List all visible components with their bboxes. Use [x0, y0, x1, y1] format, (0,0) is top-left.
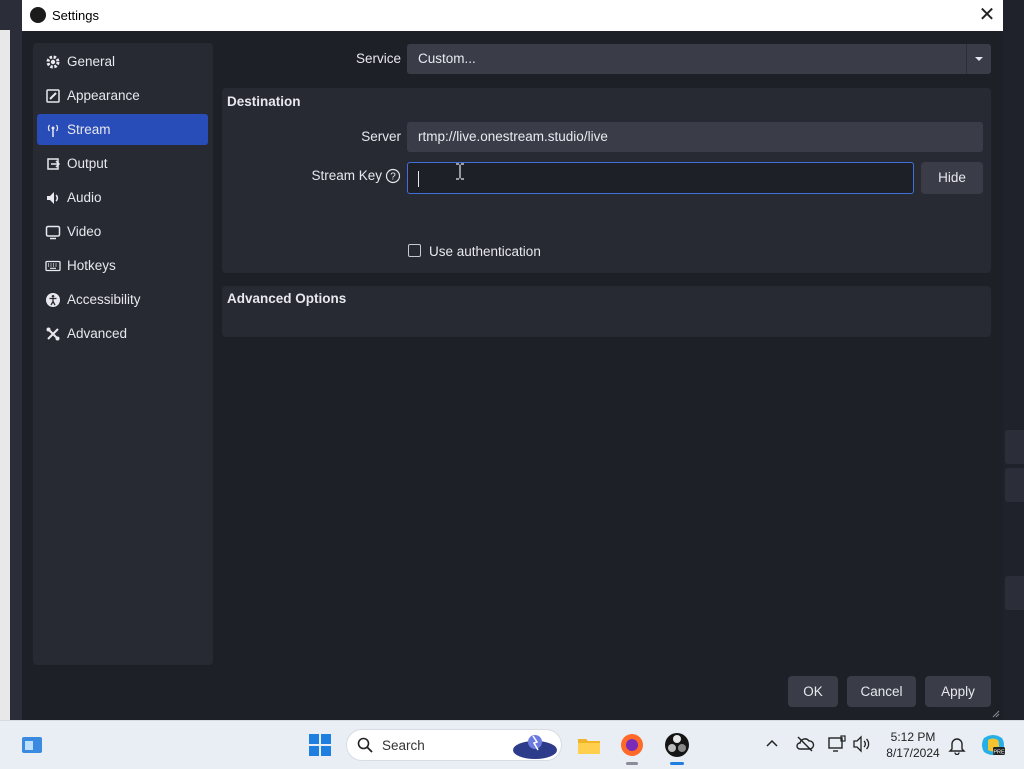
sidebar-item-label: Hotkeys	[67, 258, 116, 273]
resize-grip-icon[interactable]	[990, 708, 1000, 718]
background-dropdown	[1005, 430, 1024, 464]
sidebar-item-accessibility[interactable]: Accessibility	[37, 284, 208, 315]
sidebar-item-audio[interactable]: Audio	[37, 182, 208, 213]
sidebar-item-label: General	[67, 54, 116, 69]
stream-key-label: Stream Key	[311, 168, 382, 183]
volume-icon[interactable]	[852, 735, 872, 753]
notification-bell-icon[interactable]	[948, 735, 966, 755]
svg-text:?: ?	[390, 172, 396, 183]
accessibility-icon	[46, 293, 60, 307]
background-window-right	[1003, 0, 1024, 720]
dialog-titlebar: Settings ✕	[22, 0, 1003, 31]
settings-sidebar: General Appearance Stream Output Audio V…	[33, 43, 213, 665]
sidebar-item-label: Accessibility	[67, 292, 141, 307]
sidebar-item-general[interactable]: General	[37, 46, 208, 77]
firefox-icon[interactable]	[618, 731, 646, 759]
advanced-options-title: Advanced Options	[227, 291, 347, 306]
taskbar: Search 5:12 PM 8/17/2024 PRE	[0, 720, 1024, 769]
sidebar-item-label: Advanced	[67, 326, 128, 341]
obs-logo-icon	[30, 7, 46, 23]
server-input[interactable]: rtmp://live.onestream.studio/live	[407, 122, 983, 152]
sidebar-item-label: Stream	[67, 122, 111, 137]
start-icon[interactable]	[306, 731, 334, 759]
svg-text:PRE: PRE	[993, 750, 1005, 756]
service-select-value: Custom...	[418, 51, 476, 66]
use-authentication-label[interactable]: Use authentication	[429, 244, 541, 259]
file-explorer-icon[interactable]	[575, 731, 603, 759]
sidebar-item-stream[interactable]: Stream	[37, 114, 208, 145]
hide-button[interactable]: Hide	[921, 162, 983, 194]
help-icon[interactable]: ?	[385, 168, 401, 184]
search-icon	[357, 737, 373, 753]
monitor-icon	[45, 225, 61, 240]
stream-key-input[interactable]	[407, 162, 914, 194]
firefox-running-indicator	[626, 762, 638, 765]
service-select[interactable]: Custom...	[407, 44, 991, 74]
sidebar-item-hotkeys[interactable]: Hotkeys	[37, 250, 208, 281]
widgets-icon[interactable]	[18, 731, 46, 759]
tools-icon	[46, 327, 60, 341]
search-highlight-icon	[513, 735, 557, 759]
broadcast-icon	[47, 124, 59, 137]
sidebar-item-video[interactable]: Video	[37, 216, 208, 247]
destination-title: Destination	[227, 94, 301, 109]
taskbar-search[interactable]: Search	[346, 729, 562, 761]
cancel-button[interactable]: Cancel	[847, 676, 916, 707]
chevron-down-icon	[966, 44, 991, 74]
sidebar-item-label: Output	[67, 156, 108, 171]
speaker-icon	[47, 192, 59, 204]
sidebar-item-label: Video	[67, 224, 102, 239]
service-label: Service	[355, 51, 401, 66]
obs-studio-icon[interactable]	[663, 731, 691, 759]
system-clock[interactable]: 5:12 PM 8/17/2024	[876, 729, 950, 761]
sidebar-item-appearance[interactable]: Appearance	[37, 80, 208, 111]
gear-icon	[46, 55, 60, 69]
background-settings-button	[1005, 576, 1024, 610]
network-icon[interactable]	[827, 735, 847, 753]
apply-button[interactable]: Apply	[925, 676, 991, 707]
background-window-edge	[0, 30, 10, 720]
cloud-offline-icon[interactable]	[795, 735, 815, 753]
ibeam-cursor-icon	[456, 163, 464, 180]
clock-time: 5:12 PM	[890, 730, 936, 744]
close-button[interactable]: ✕	[971, 0, 1003, 31]
obs-active-indicator	[670, 762, 684, 765]
server-label: Server	[361, 129, 401, 144]
text-cursor	[418, 171, 419, 187]
dialog-title: Settings	[52, 8, 99, 23]
search-placeholder: Search	[382, 738, 425, 753]
chevron-up-icon[interactable]	[765, 737, 779, 751]
use-authentication-checkbox[interactable]	[408, 244, 421, 257]
output-icon	[47, 158, 61, 170]
background-panel	[1005, 468, 1024, 502]
sidebar-item-label: Appearance	[67, 88, 140, 103]
sidebar-item-advanced[interactable]: Advanced	[37, 318, 208, 349]
clock-date: 8/17/2024	[886, 746, 940, 760]
brush-icon	[46, 89, 60, 103]
ok-button[interactable]: OK	[788, 676, 838, 707]
keyboard-icon	[45, 260, 61, 272]
sidebar-item-output[interactable]: Output	[37, 148, 208, 179]
sidebar-item-label: Audio	[67, 190, 102, 205]
copilot-icon[interactable]: PRE	[980, 732, 1006, 758]
